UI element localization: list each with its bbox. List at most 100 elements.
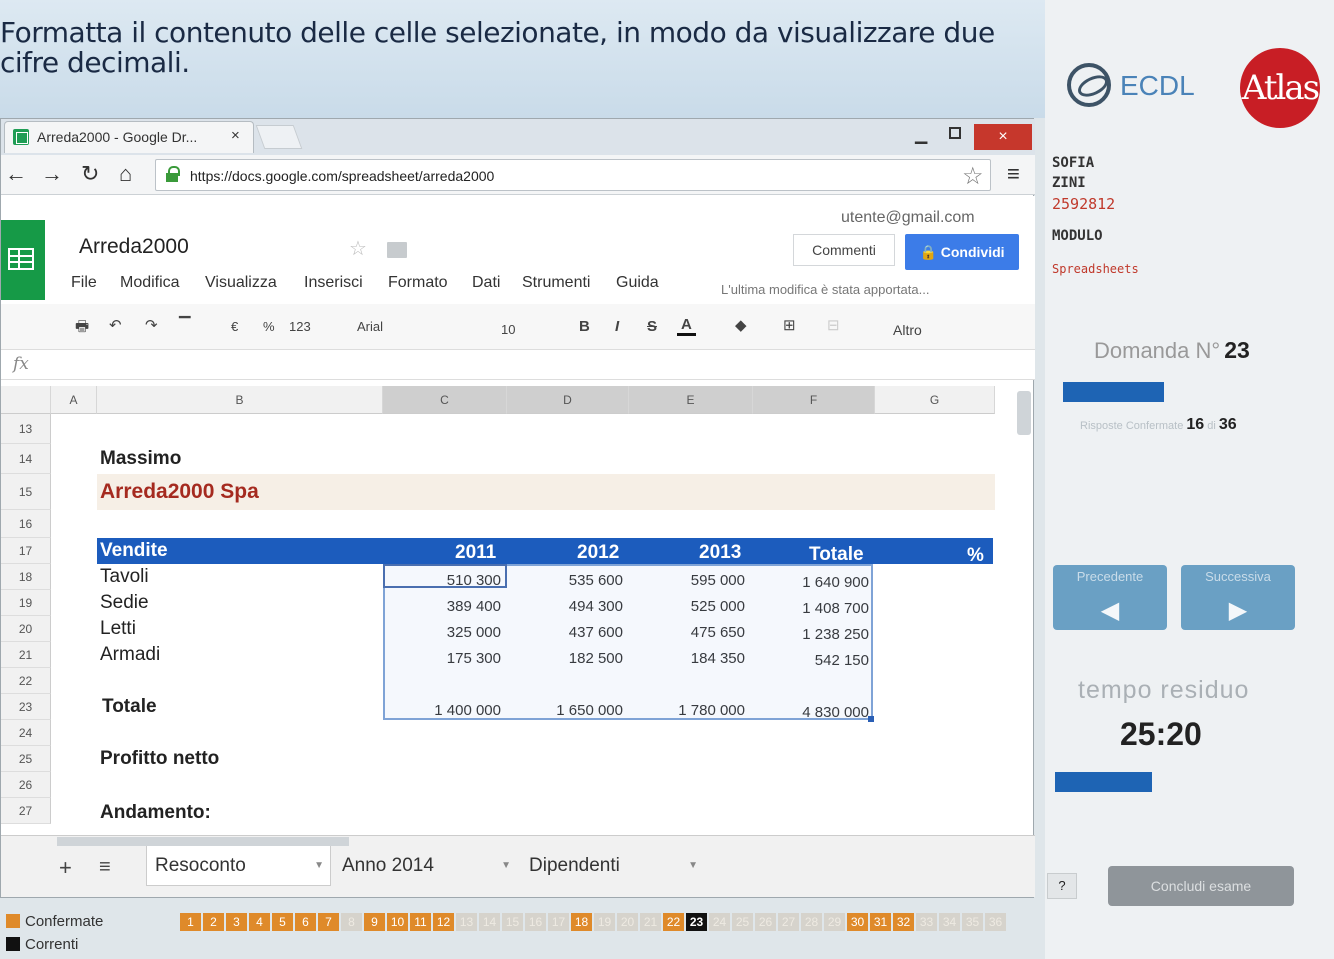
question-square-23[interactable]: 23 [686,913,707,931]
tab-close-icon[interactable]: × [231,127,240,144]
corner-cell[interactable] [1,386,51,414]
row-header-16[interactable]: 16 [1,510,51,538]
question-square-22[interactable]: 22 [663,913,684,931]
font-size-select[interactable]: 10 [501,322,515,337]
horizontal-scrollbar[interactable] [57,837,349,846]
document-title[interactable]: Arreda2000 [79,235,189,259]
question-square-6[interactable]: 6 [295,913,316,931]
row-header-25[interactable]: 25 [1,746,51,772]
strikethrough-button[interactable]: S [647,318,657,335]
text-color-button[interactable]: A [677,316,696,336]
question-square-10[interactable]: 10 [387,913,408,931]
row-header-17[interactable]: 17 [1,538,51,564]
cell-g17[interactable]: % [967,545,984,567]
row-header-27[interactable]: 27 [1,798,51,824]
menu-visualizza[interactable]: Visualizza [205,274,277,292]
question-square-4[interactable]: 4 [249,913,270,931]
question-square-19[interactable]: 19 [594,913,615,931]
fill-handle[interactable] [868,716,874,722]
redo-icon[interactable]: ↷ [145,316,158,334]
print-icon[interactable]: 🖶 [75,316,89,341]
question-square-13[interactable]: 13 [456,913,477,931]
question-square-2[interactable]: 2 [203,913,224,931]
window-close-button[interactable]: × [974,124,1032,150]
row-header-26[interactable]: 26 [1,772,51,798]
question-square-29[interactable]: 29 [824,913,845,931]
maximize-icon[interactable] [949,127,961,139]
italic-button[interactable]: I [615,318,619,335]
question-square-21[interactable]: 21 [640,913,661,931]
question-square-7[interactable]: 7 [318,913,339,931]
active-cell[interactable] [383,564,507,588]
cell-b14[interactable]: Massimo [100,448,181,470]
col-header-e[interactable]: E [629,386,753,414]
question-square-16[interactable]: 16 [525,913,546,931]
question-square-28[interactable]: 28 [801,913,822,931]
question-square-11[interactable]: 11 [410,913,431,931]
cell-b21[interactable]: Armadi [100,644,160,666]
back-arrow-icon[interactable]: ← [5,161,27,187]
conclude-exam-button[interactable]: Concludi esame [1108,866,1294,906]
question-square-8[interactable]: 8 [341,913,362,931]
menu-guida[interactable]: Guida [616,274,659,292]
previous-button[interactable]: Precedente ◀ [1053,565,1167,630]
cell-c17[interactable]: 2011 [455,542,496,564]
question-square-1[interactable]: 1 [180,913,201,931]
row-header-14[interactable]: 14 [1,444,51,474]
sheet-tab-resoconto[interactable]: Resoconto ▼ [146,846,331,886]
cell-b17[interactable]: Vendite [100,540,168,562]
cell-b20[interactable]: Letti [100,618,136,640]
comments-button[interactable]: Commenti [793,234,895,266]
row-header-22[interactable]: 22 [1,668,51,694]
merge-cells-icon[interactable]: ⊟ [827,316,840,334]
last-edit-text[interactable]: L'ultima modifica è stata apportata... [721,282,929,297]
add-sheet-icon[interactable]: + [59,855,72,881]
bold-button[interactable]: B [579,318,590,335]
cell-d17[interactable]: 2012 [577,542,619,564]
question-square-9[interactable]: 9 [364,913,385,931]
folder-icon[interactable] [387,242,407,258]
row-header-24[interactable]: 24 [1,720,51,746]
sheet-tab-anno-2014[interactable]: Anno 2014 ▼ [334,846,517,886]
menu-modifica[interactable]: Modifica [120,274,180,292]
question-square-30[interactable]: 30 [847,913,868,931]
question-square-32[interactable]: 32 [893,913,914,931]
col-header-d[interactable]: D [507,386,629,414]
question-square-17[interactable]: 17 [548,913,569,931]
question-square-35[interactable]: 35 [962,913,983,931]
home-icon[interactable]: ⌂ [119,161,132,187]
browser-tab[interactable]: Arreda2000 - Google Dr... × [4,121,254,153]
question-square-33[interactable]: 33 [916,913,937,931]
sheet-tab-dipendenti[interactable]: Dipendenti ▼ [521,846,704,886]
cell-b27[interactable]: Andamento: [100,802,211,824]
bookmark-star-icon[interactable]: ☆ [962,162,984,191]
question-square-20[interactable]: 20 [617,913,638,931]
row-header-21[interactable]: 21 [1,642,51,668]
help-button[interactable]: ? [1047,873,1077,899]
spreadsheet-grid[interactable]: A B C D E F G 13 14 15 16 17 18 19 20 21… [1,380,1021,835]
question-square-25[interactable]: 25 [732,913,753,931]
question-square-18[interactable]: 18 [571,913,592,931]
caret-down-icon[interactable]: ▼ [501,846,511,886]
user-email[interactable]: utente@gmail.com [841,209,975,227]
percent-button[interactable]: % [263,319,275,334]
formula-bar[interactable]: fx [1,350,1035,380]
row-header-20[interactable]: 20 [1,616,51,642]
cell-b25[interactable]: Profitto netto [100,748,219,770]
question-square-31[interactable]: 31 [870,913,891,931]
sheets-logo-icon[interactable] [1,220,45,300]
new-tab-button[interactable] [255,125,303,149]
cell-f17[interactable]: Totale [809,544,864,566]
fill-color-icon[interactable]: ◆ [735,316,747,334]
row-header-18[interactable]: 18 [1,564,51,590]
borders-icon[interactable]: ⊞ [783,316,796,334]
question-square-26[interactable]: 26 [755,913,776,931]
question-square-36[interactable]: 36 [985,913,1006,931]
doc-star-icon[interactable]: ☆ [349,236,367,261]
minimize-icon[interactable]: ▁ [915,125,927,145]
browser-menu-icon[interactable]: ≡ [1007,161,1020,187]
address-bar[interactable]: https://docs.google.com/spreadsheet/arre… [155,159,991,191]
question-square-34[interactable]: 34 [939,913,960,931]
undo-icon[interactable]: ↶ [109,316,122,334]
reload-icon[interactable]: ↻ [81,161,99,187]
